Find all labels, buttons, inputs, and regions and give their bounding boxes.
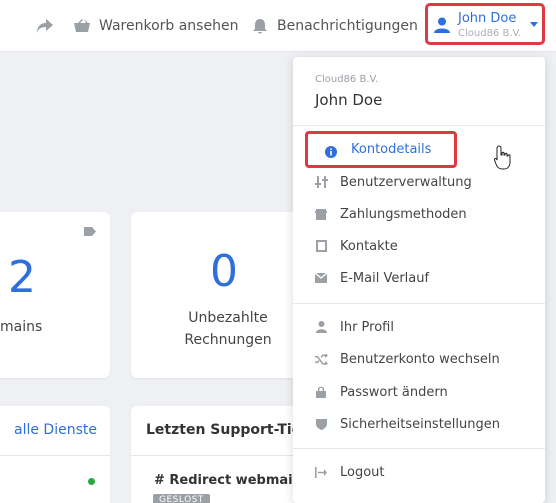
menu-item-label: Kontakte	[340, 238, 398, 254]
lock-icon	[314, 385, 328, 399]
divider	[293, 303, 545, 304]
share-button[interactable]	[36, 0, 54, 52]
menu-item-logout[interactable]: Logout	[293, 458, 545, 486]
user-icon	[314, 320, 328, 334]
notifications-link[interactable]: Benachrichtigungen	[252, 0, 418, 52]
support-tickets-title: Letzten Support-Tick	[146, 422, 310, 438]
divider	[293, 448, 545, 449]
divider	[131, 455, 311, 456]
menu-item-contacts[interactable]: Kontakte	[293, 232, 545, 260]
ticket-status-badge: GESLOST	[153, 494, 210, 503]
top-navbar: Warenkorb ansehen Benachrichtigungen Joh…	[0, 0, 556, 52]
dropdown-company: Cloud86 B.V.	[315, 74, 379, 85]
share-arrow-icon	[37, 19, 53, 33]
envelope-icon	[314, 271, 328, 285]
menu-item-label: Ihr Profil	[340, 319, 394, 335]
bell-icon	[253, 18, 267, 33]
notifications-label: Benachrichtigungen	[277, 18, 418, 34]
user-company: Cloud86 B.V.	[458, 28, 522, 39]
domains-label: mains	[0, 319, 43, 335]
logout-icon	[314, 465, 328, 479]
view-cart-label: Warenkorb ansehen	[99, 18, 239, 34]
view-cart-link[interactable]: Warenkorb ansehen	[73, 0, 238, 52]
dropdown-user-name: John Doe	[315, 91, 383, 109]
menu-item-account-details[interactable]: Kontodetails	[305, 131, 457, 168]
menu-item-profile[interactable]: Ihr Profil	[293, 313, 545, 341]
status-dot	[88, 478, 95, 485]
divider	[0, 455, 110, 456]
menu-item-label: Benutzerkonto wechseln	[340, 351, 500, 367]
all-services-link[interactable]: alle Dienste	[14, 422, 97, 438]
divider	[293, 125, 545, 126]
tag-icon	[84, 227, 96, 236]
basket-icon	[74, 19, 90, 32]
chevron-down-icon	[530, 22, 538, 27]
wallet-icon	[314, 207, 328, 221]
menu-item-label: Zahlungsmethoden	[340, 206, 467, 222]
contact-card-icon	[314, 239, 328, 253]
menu-item-email-history[interactable]: E-Mail Verlauf	[293, 264, 545, 292]
menu-item-switch-account[interactable]: Benutzerkonto wechseln	[293, 345, 545, 373]
menu-item-label: Benutzerverwaltung	[340, 174, 472, 190]
menu-item-label: Logout	[340, 464, 385, 480]
user-icon	[434, 17, 450, 33]
ticket-item-link[interactable]: # Redirect webmail n	[154, 473, 311, 488]
menu-item-label: E-Mail Verlauf	[340, 270, 430, 286]
user-name: John Doe	[458, 11, 517, 26]
unpaid-invoices-count: 0	[210, 246, 238, 297]
info-icon	[325, 143, 337, 162]
sliders-icon	[314, 175, 328, 189]
menu-item-label: Passwort ändern	[340, 384, 448, 400]
shuffle-icon	[314, 352, 328, 366]
menu-item-label: Kontodetails	[351, 142, 432, 157]
menu-item-security-settings[interactable]: Sicherheitseinstellungen	[293, 410, 545, 438]
menu-item-change-password[interactable]: Passwort ändern	[293, 378, 545, 406]
user-dropdown-menu: Cloud86 B.V. John Doe Kontodetails Benut…	[293, 57, 545, 503]
hand-cursor-icon	[494, 145, 511, 170]
shield-icon	[314, 417, 328, 431]
domains-count: 2	[8, 252, 36, 303]
menu-item-label: Sicherheitseinstellungen	[340, 416, 500, 432]
menu-item-user-management[interactable]: Benutzerverwaltung	[293, 168, 545, 196]
menu-item-payment-methods[interactable]: Zahlungsmethoden	[293, 200, 545, 228]
user-menu-button[interactable]: John Doe Cloud86 B.V.	[425, 3, 545, 45]
